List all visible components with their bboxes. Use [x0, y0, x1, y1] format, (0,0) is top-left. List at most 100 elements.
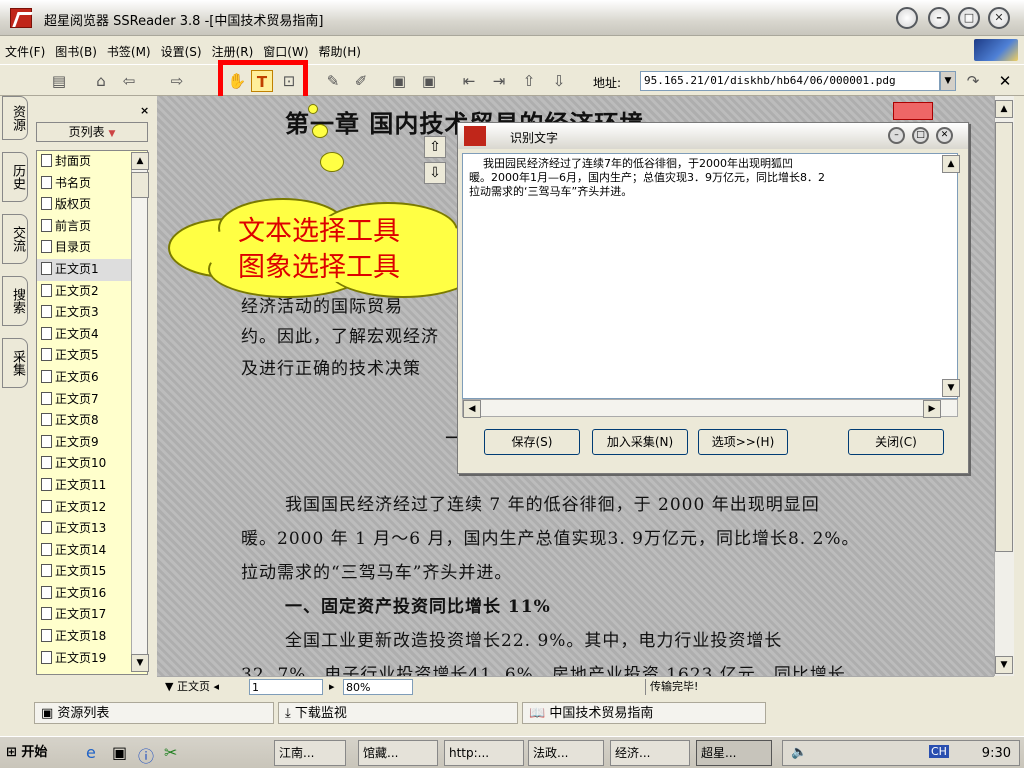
callout-text: 文本选择工具 图象选择工具 [238, 214, 400, 286]
home-icon[interactable]: ⌂ [90, 70, 112, 92]
volume-icon[interactable]: 🔈 [791, 745, 807, 760]
list-icon[interactable]: ▤ [48, 70, 70, 92]
list-item-label: 版权页 [55, 197, 92, 212]
doc-scrollbar[interactable]: ▲ ▼ [994, 96, 1014, 676]
list-item-label: 正文页3 [55, 305, 99, 320]
list-item-label: 书名页 [55, 175, 92, 190]
scroll-down-icon[interactable]: ▼ [995, 656, 1013, 674]
menu-file[interactable]: 文件(F) [0, 37, 50, 60]
menu-bookmark[interactable]: 书签(M) [102, 37, 156, 60]
close-panel-icon[interactable]: × [140, 104, 149, 117]
menu-register[interactable]: 注册(R) [207, 37, 259, 60]
scroll-down-icon[interactable]: ▼ [131, 654, 149, 672]
resources-list-button[interactable]: ▣ 资源列表 [34, 702, 274, 724]
menu-settings[interactable]: 设置(S) [156, 37, 207, 60]
globe-logo-icon [974, 39, 1018, 61]
page-number-input[interactable]: 1 [249, 679, 323, 695]
annotate-icon[interactable]: ✎ [322, 70, 344, 92]
tab-exchange[interactable]: 交流 [2, 214, 28, 264]
app-launch-icon[interactable]: ✂ [164, 743, 177, 762]
scroll-thumb[interactable] [995, 122, 1013, 552]
zoom-arrow-icon[interactable]: ▸ [329, 679, 335, 695]
pencil-icon[interactable]: ✐ [350, 70, 372, 92]
task-button[interactable]: 超星... [696, 740, 772, 766]
maximize-button[interactable]: □ [912, 127, 929, 144]
close-toolbar-icon[interactable]: ✕ [994, 70, 1016, 92]
back-arrow-icon[interactable]: ⇦ [118, 70, 140, 92]
zoom-select[interactable]: 80% [343, 679, 413, 695]
book-tab[interactable]: 📖 中国技术贸易指南 [522, 702, 766, 724]
page-list-scrollbar[interactable]: ▲ ▼ [131, 152, 149, 672]
first-page-icon[interactable]: ⇤ [458, 70, 480, 92]
tab-history[interactable]: 历史 [2, 152, 28, 202]
scroll-left-icon[interactable]: ◀ [463, 400, 481, 418]
ie-icon[interactable]: e [86, 743, 96, 762]
close-button[interactable]: ✕ [988, 7, 1010, 29]
ocr-text-area[interactable]: 我田园民经济经过了连续7年的低谷徘徊，于2000年出现明狐凹 暖。2000年1月… [462, 153, 958, 399]
task-button[interactable]: 馆藏... [358, 740, 438, 766]
callout-dot [312, 124, 328, 138]
download-monitor-button[interactable]: ⤓ 下载监视 [278, 702, 518, 724]
dialog-title: 识别文字 [510, 131, 559, 145]
page-up-icon[interactable]: ▣ [388, 70, 410, 92]
task-button[interactable]: 江南... [274, 740, 346, 766]
bottom-label: 资源列表 [57, 706, 110, 721]
list-item-label: 正文页11 [55, 477, 107, 492]
up-arrow-icon[interactable]: ⇧ [518, 70, 540, 92]
page-type-label: 正文页 [176, 680, 210, 693]
page-icon [41, 348, 52, 362]
tab-search[interactable]: 搜索 [2, 276, 28, 326]
menu-window[interactable]: 窗口(W) [258, 37, 313, 60]
scroll-right-icon[interactable]: ▶ [923, 400, 941, 418]
app-icon [464, 126, 486, 146]
minimize-button[interactable]: – [888, 127, 905, 144]
address-input[interactable]: 95.165.21/01/diskhb/hb64/06/000001.pdg [640, 71, 940, 91]
app-icon[interactable] [10, 8, 32, 28]
options-button[interactable]: 选项>>(H) [698, 429, 788, 455]
close-icon[interactable]: ✕ [936, 127, 953, 144]
last-page-icon[interactable]: ⇥ [488, 70, 510, 92]
down-arrow-icon[interactable]: ⇩ [424, 162, 446, 184]
page-icon [41, 261, 52, 275]
list-item-label: 正文页18 [55, 629, 107, 644]
page-icon [41, 391, 52, 405]
forward-arrow-icon[interactable]: ⇨ [166, 70, 188, 92]
minimize-button[interactable]: – [928, 7, 950, 29]
task-button[interactable]: 经济... [610, 740, 690, 766]
transfer-status: 传输完毕! [645, 679, 745, 695]
info-icon[interactable]: ⓘ [138, 743, 154, 767]
scroll-up-icon[interactable]: ▲ [995, 100, 1013, 118]
callout-line: 图象选择工具 [238, 252, 400, 283]
save-button[interactable]: 保存(S) [484, 429, 580, 455]
task-button[interactable]: 法政... [528, 740, 604, 766]
scroll-up-icon[interactable]: ▲ [131, 152, 149, 170]
start-button[interactable]: ⊞ 开始 [4, 741, 66, 765]
menu-help[interactable]: 帮助(H) [314, 37, 366, 60]
task-button[interactable]: http:... [444, 740, 524, 766]
ocr-hscrollbar[interactable]: ◀ ▶ [462, 399, 958, 418]
scroll-thumb[interactable] [131, 172, 149, 198]
menu-book[interactable]: 图书(B) [50, 37, 102, 60]
address-dropdown-icon[interactable]: ▼ [940, 71, 956, 91]
down-arrow-icon[interactable]: ⇩ [548, 70, 570, 92]
page-list-header[interactable]: 页列表 ▼ [36, 122, 148, 142]
scroll-up-icon[interactable]: ▲ [942, 155, 960, 173]
desktop-icon[interactable]: ▣ [112, 743, 127, 762]
add-to-collection-button[interactable]: 加入采集(N) [592, 429, 688, 455]
help-icon[interactable] [896, 7, 918, 29]
up-arrow-icon[interactable]: ⇧ [424, 136, 446, 158]
address-label: 地址: [593, 76, 622, 90]
list-item-label: 正文页6 [55, 369, 99, 384]
ime-icon[interactable]: CH [929, 745, 949, 758]
scroll-down-icon[interactable]: ▼ [942, 379, 960, 397]
close-button[interactable]: 关闭(C) [848, 429, 944, 455]
page-type-select[interactable]: ▼ 正文页 ◂ [165, 679, 219, 695]
page-list-label: 页列表 [68, 125, 105, 139]
callout-line: 文本选择工具 [238, 216, 400, 247]
tab-collect[interactable]: 采集 [2, 338, 28, 388]
page-down-icon[interactable]: ▣ [418, 70, 440, 92]
go-icon[interactable]: ↷ [962, 70, 984, 92]
tab-resources[interactable]: 资源 [2, 96, 28, 140]
maximize-button[interactable]: □ [958, 7, 980, 29]
callout-dot [308, 104, 318, 114]
